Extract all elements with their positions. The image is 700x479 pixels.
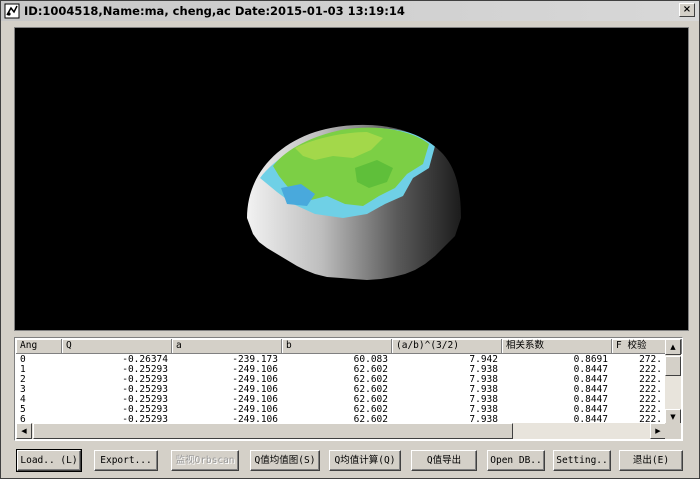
cell-a: -249.106 <box>232 365 278 375</box>
main-window: ID:1004518,Name:ma, cheng,ac Date:2015-0… <box>0 0 700 479</box>
cell-a: -249.106 <box>232 395 278 405</box>
exit-button[interactable]: 退出(E) <box>619 450 683 471</box>
scrollbar-corner <box>665 423 681 439</box>
column-header-a[interactable]: a <box>172 339 282 354</box>
horizontal-scrollbar[interactable]: ◀ ▶ <box>16 423 666 439</box>
cell-f-test: 222. <box>639 395 662 405</box>
cell-ang: 4 <box>20 395 26 405</box>
column-header-ang[interactable]: Ang <box>16 339 62 354</box>
cell-a: -249.106 <box>232 385 278 395</box>
cell-correlation: 0.8447 <box>573 375 608 385</box>
cell-q: -0.25293 <box>122 405 168 415</box>
export-button[interactable]: Export... <box>94 450 158 471</box>
cell-ratio: 7.938 <box>469 405 498 415</box>
app-icon <box>4 3 20 19</box>
cell-correlation: 0.8447 <box>573 405 608 415</box>
column-header-correlation[interactable]: 相关系数 <box>502 339 612 354</box>
open-db-button[interactable]: Open DB.. <box>487 450 545 471</box>
table-body: 0 -0.26374 -239.173 60.083 7.942 0.8691 … <box>16 355 666 425</box>
q-export-button[interactable]: Q值导出 <box>411 450 477 471</box>
title-bar[interactable]: ID:1004518,Name:ma, cheng,ac Date:2015-0… <box>1 1 699 21</box>
cell-a: -249.106 <box>232 405 278 415</box>
vertical-scrollbar[interactable]: ▲ ▼ <box>665 339 681 425</box>
cell-b: 62.602 <box>353 405 388 415</box>
cell-correlation: 0.8447 <box>573 385 608 395</box>
window-title: ID:1004518,Name:ma, cheng,ac Date:2015-0… <box>24 4 405 18</box>
cell-f-test: 272. <box>639 355 662 365</box>
cell-f-test: 222. <box>639 385 662 395</box>
table-row[interactable]: 4 -0.25293 -249.106 62.602 7.938 0.8447 … <box>16 395 666 405</box>
q-mean-chart-button[interactable]: Q值均值图(S) <box>250 450 320 471</box>
monitor-orbscan-button: 监视Orbscan <box>171 450 239 471</box>
setting-button[interactable]: Setting.. <box>553 450 611 471</box>
cell-ang: 2 <box>20 375 26 385</box>
table-row[interactable]: 1 -0.25293 -249.106 62.602 7.938 0.8447 … <box>16 365 666 375</box>
arrow-left-icon[interactable]: ◀ <box>16 423 32 439</box>
cell-f-test: 222. <box>639 405 662 415</box>
3d-viewport[interactable] <box>14 27 689 331</box>
cell-b: 62.602 <box>353 385 388 395</box>
cell-ratio: 7.938 <box>469 365 498 375</box>
q-mean-calc-button[interactable]: Q均值计算(Q) <box>329 450 401 471</box>
vertical-scroll-thumb[interactable] <box>665 356 681 376</box>
cell-q: -0.25293 <box>122 365 168 375</box>
cell-b: 62.602 <box>353 375 388 385</box>
cell-a: -239.173 <box>232 355 278 365</box>
cell-q: -0.25293 <box>122 395 168 405</box>
cell-ratio: 7.942 <box>469 355 498 365</box>
cell-ratio: 7.938 <box>469 375 498 385</box>
cornea-3d-render <box>247 124 461 280</box>
cell-b: 62.602 <box>353 395 388 405</box>
column-header-ratio[interactable]: (a/b)^(3/2) <box>392 339 502 354</box>
cell-b: 62.602 <box>353 365 388 375</box>
cell-ratio: 7.938 <box>469 385 498 395</box>
horizontal-scroll-thumb[interactable] <box>33 423 513 439</box>
cell-q: -0.25293 <box>122 385 168 395</box>
table-row[interactable]: 2 -0.25293 -249.106 62.602 7.938 0.8447 … <box>16 375 666 385</box>
cell-f-test: 222. <box>639 375 662 385</box>
cell-ratio: 7.938 <box>469 395 498 405</box>
arrow-right-icon[interactable]: ▶ <box>650 423 666 439</box>
load-button[interactable]: Load.. (L) <box>16 449 82 472</box>
cell-q: -0.26374 <box>122 355 168 365</box>
cell-ang: 0 <box>20 355 26 365</box>
table-row[interactable]: 0 -0.26374 -239.173 60.083 7.942 0.8691 … <box>16 355 666 365</box>
results-table[interactable]: Ang Q a b (a/b)^(3/2) 相关系数 F 校验 0 -0.263… <box>14 337 683 441</box>
table-row[interactable]: 3 -0.25293 -249.106 62.602 7.938 0.8447 … <box>16 385 666 395</box>
cell-ang: 3 <box>20 385 26 395</box>
cell-b: 60.083 <box>353 355 388 365</box>
cell-ang: 1 <box>20 365 26 375</box>
cell-correlation: 0.8447 <box>573 365 608 375</box>
arrow-up-icon[interactable]: ▲ <box>665 339 681 355</box>
cell-correlation: 0.8447 <box>573 395 608 405</box>
cell-a: -249.106 <box>232 375 278 385</box>
table-header: Ang Q a b (a/b)^(3/2) 相关系数 F 校验 <box>16 339 682 354</box>
column-header-b[interactable]: b <box>282 339 392 354</box>
cell-f-test: 222. <box>639 365 662 375</box>
close-icon[interactable]: × <box>679 3 695 17</box>
cell-correlation: 0.8691 <box>573 355 608 365</box>
column-header-q[interactable]: Q <box>62 339 172 354</box>
cell-ang: 5 <box>20 405 26 415</box>
table-row[interactable]: 5 -0.25293 -249.106 62.602 7.938 0.8447 … <box>16 405 666 415</box>
cell-q: -0.25293 <box>122 375 168 385</box>
